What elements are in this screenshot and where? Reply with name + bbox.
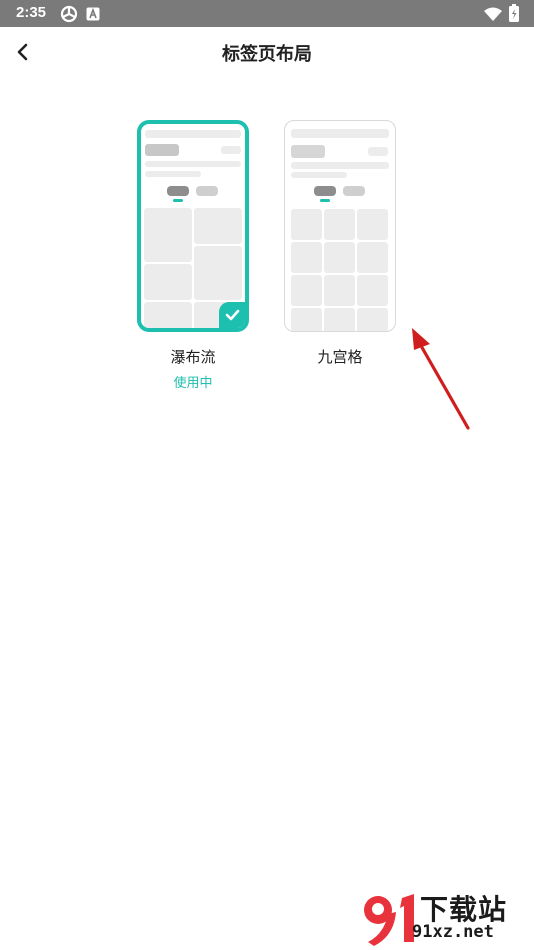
layout-label: 九宫格 <box>317 348 363 366</box>
watermark-91-logo-icon <box>364 894 414 946</box>
grid-preview <box>284 120 396 332</box>
layout-label: 瀑布流 <box>170 348 216 366</box>
a-icon <box>86 6 100 25</box>
page-title: 标签页布局 <box>222 44 312 65</box>
top-bar: 标签页布局 <box>0 27 534 77</box>
status-bar: 2:35 <box>0 0 534 27</box>
battery-icon <box>509 4 519 26</box>
waterfall-preview <box>137 120 249 332</box>
wifi-icon <box>484 6 502 25</box>
watermark-logo: 下载站 91xz.net <box>358 888 530 948</box>
annotation-arrow-icon <box>412 328 470 430</box>
watermark-url: 91xz.net <box>412 922 494 942</box>
in-use-status: 使用中 <box>173 376 213 391</box>
status-time: 2:35 <box>16 4 47 21</box>
selected-check-icon <box>219 302 245 328</box>
sync-icon <box>60 5 78 27</box>
